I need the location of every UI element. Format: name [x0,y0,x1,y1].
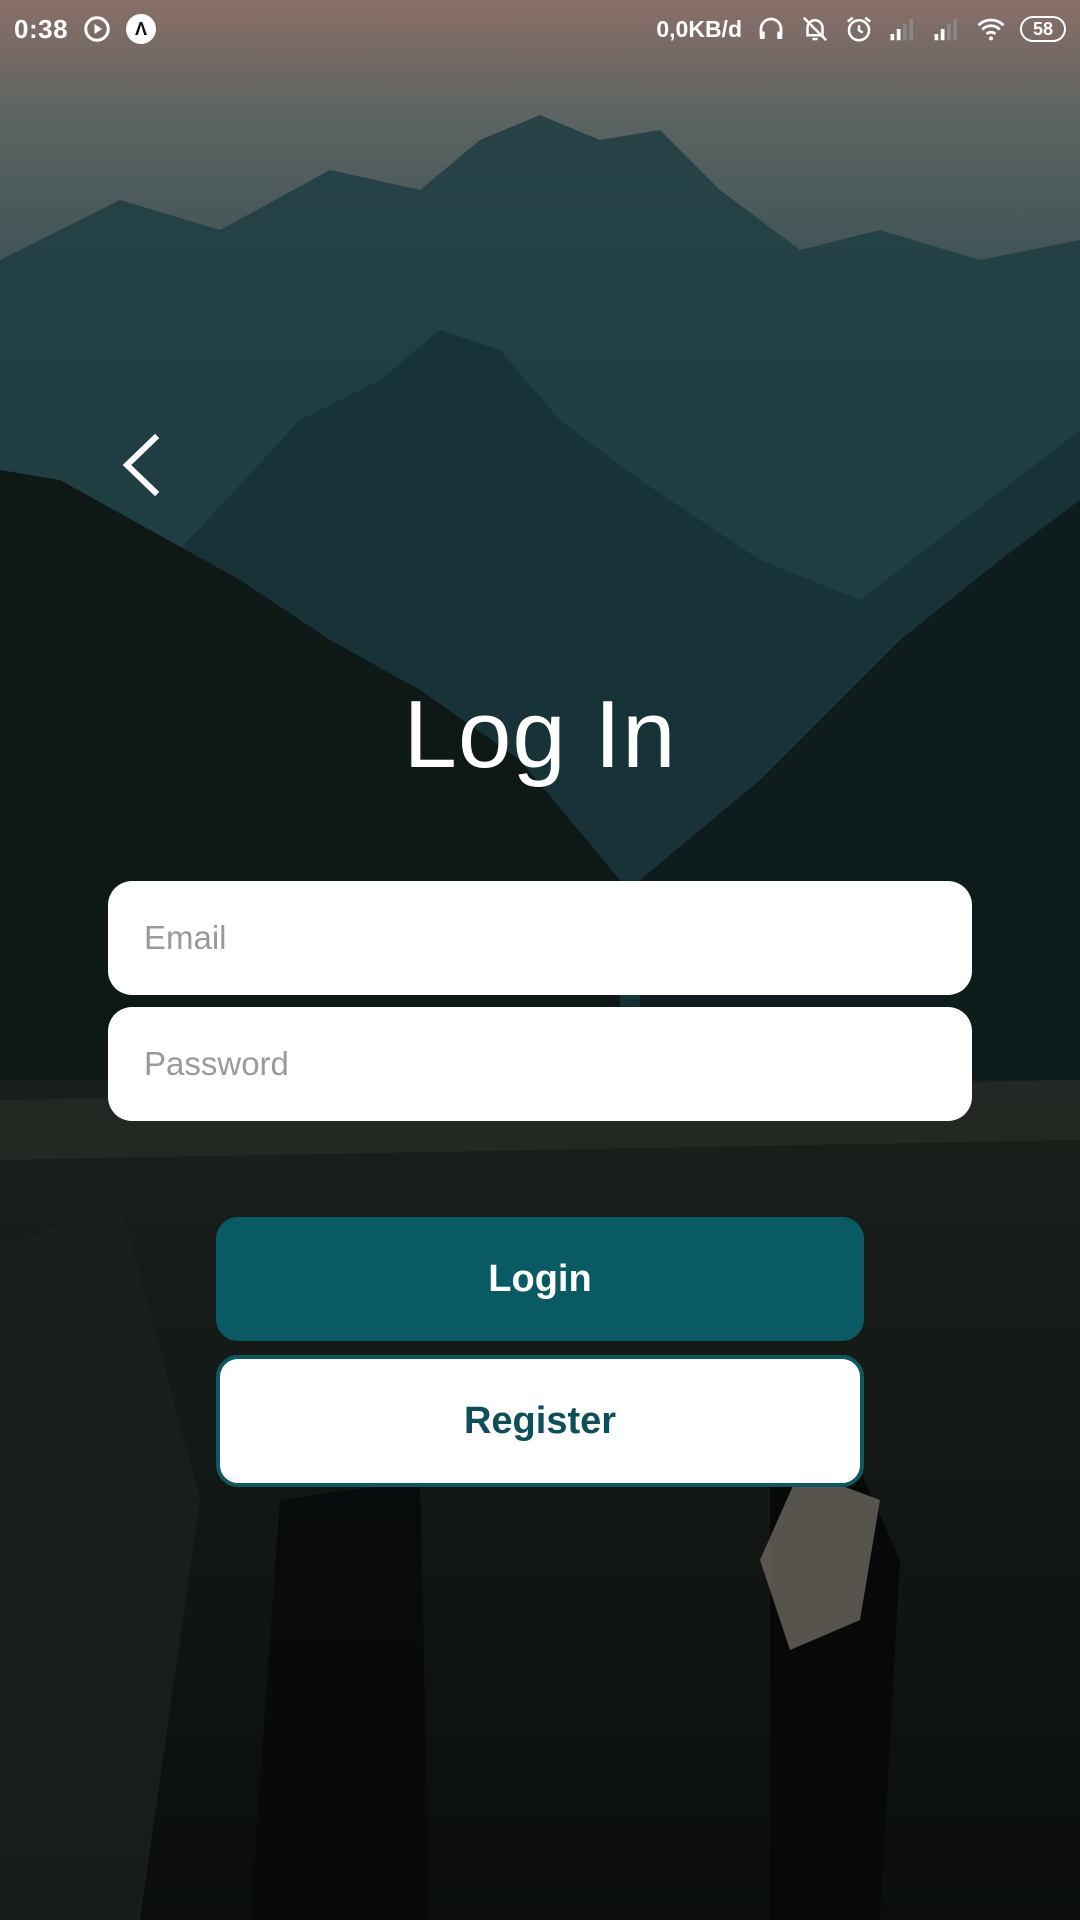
alarm-icon [844,14,874,44]
status-bar: 0:38 Λ 0,0KB/d 58 [0,0,1080,58]
chevron-left-icon [122,433,160,497]
signal-icon [932,14,962,44]
back-button[interactable] [110,430,170,500]
app-icon: Λ [126,14,157,44]
signal-icon [888,14,918,44]
login-button[interactable]: Login [216,1217,864,1341]
register-button[interactable]: Register [216,1355,864,1487]
battery-icon: 58 [1020,16,1066,42]
email-field[interactable] [108,881,972,995]
password-field[interactable] [108,1007,972,1121]
page-title: Log In [403,681,677,788]
wifi-icon [976,14,1006,44]
sync-icon [82,14,112,44]
bell-off-icon [800,14,830,44]
network-speed: 0,0KB/d [656,15,742,42]
status-time: 0:38 [14,13,69,44]
headphones-icon [756,14,786,44]
